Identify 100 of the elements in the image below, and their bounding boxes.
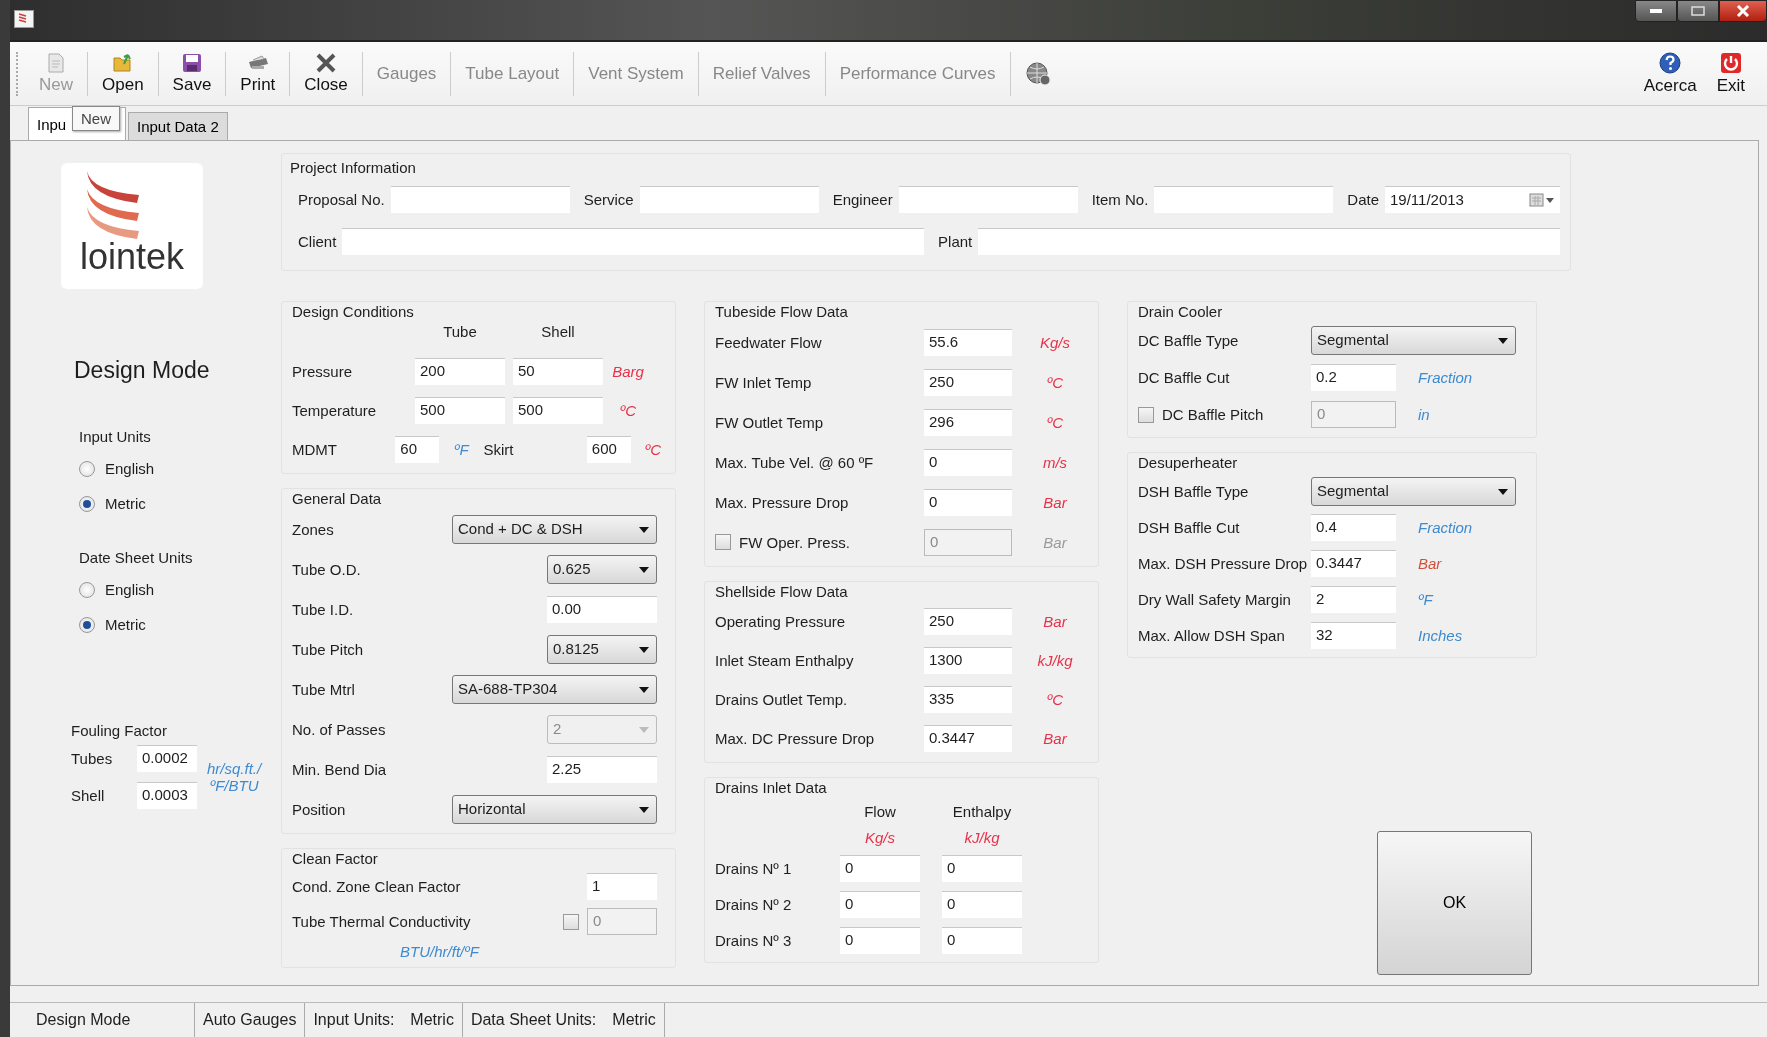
input-field[interactable]: 1	[587, 873, 657, 900]
input-field[interactable]	[639, 185, 819, 213]
field-label: Proposal No.	[297, 190, 385, 208]
input-field[interactable]: 200	[415, 358, 505, 385]
input-field[interactable]: 0.0003	[137, 782, 197, 809]
column-header: Shell	[540, 323, 576, 342]
mode-title: Design Mode	[74, 357, 210, 384]
field-label: Shell	[71, 787, 106, 804]
group-title: General Data	[292, 490, 383, 507]
input-field[interactable]: 50	[513, 358, 603, 385]
group-title: Date Sheet Units	[79, 549, 193, 566]
dropdown[interactable]: SA-688-TP304	[452, 674, 657, 704]
input-field[interactable]: 0.00	[547, 595, 657, 623]
globe-gear-icon[interactable]	[1024, 60, 1051, 87]
radio-button[interactable]	[79, 581, 95, 598]
input-field[interactable]: 0.0002	[137, 745, 197, 772]
input-field[interactable]: 0.4	[1311, 513, 1396, 541]
unit-label: ºC	[618, 402, 638, 419]
input-field[interactable]	[390, 185, 570, 213]
dropdown[interactable]: Segmental	[1311, 326, 1516, 355]
toolbar-button[interactable]: Acerca	[1633, 49, 1707, 98]
unit-label: Kg/s	[864, 828, 896, 846]
input-field[interactable]: 32	[1311, 621, 1396, 649]
input-field[interactable]: 0	[942, 854, 1022, 882]
input-field[interactable]: 2.25	[547, 755, 657, 783]
field-label: MDMT	[292, 441, 338, 458]
minimize-button[interactable]	[1635, 0, 1677, 22]
input-field[interactable]: 335	[924, 686, 1012, 713]
field-label: Max. Allow DSH Span	[1138, 626, 1286, 644]
field-label: Skirt	[483, 441, 515, 458]
caret-icon	[639, 686, 649, 693]
field-label: Pressure	[292, 363, 354, 380]
input-field[interactable]: 500	[415, 397, 505, 424]
radio-button[interactable]	[79, 495, 95, 512]
toolbar-button[interactable]: Close	[294, 50, 358, 97]
input-field[interactable]: 2	[1311, 585, 1396, 613]
field-label: Engineer	[831, 190, 893, 208]
checkbox[interactable]	[1138, 406, 1154, 423]
group-title: Clean Factor	[292, 850, 379, 867]
input-field[interactable]: 250	[924, 608, 1012, 635]
checkbox[interactable]	[715, 534, 731, 550]
dropdown[interactable]: Segmental	[1311, 476, 1516, 506]
unit-label: Bar	[1042, 533, 1068, 551]
radio-button[interactable]	[79, 616, 95, 633]
checkbox[interactable]	[563, 913, 579, 930]
dropdown[interactable]: Horizontal	[452, 794, 657, 824]
input-field[interactable]: 0.3447	[924, 725, 1012, 752]
dropdown[interactable]: 0.8125	[547, 634, 657, 664]
field-label: Tube I.D.	[292, 600, 355, 618]
close-button[interactable]	[1719, 0, 1767, 22]
toolbar-button[interactable]: Print	[230, 50, 286, 97]
input-field[interactable]	[1154, 185, 1334, 213]
dropdown[interactable]: 0.625	[547, 554, 657, 584]
radio-button[interactable]	[79, 460, 95, 477]
group-title: Shellside Flow Data	[715, 583, 849, 600]
input-field[interactable]: 0	[924, 488, 1012, 516]
input-field[interactable]	[898, 185, 1078, 213]
ok-button[interactable]: OK	[1377, 831, 1532, 975]
toolbar-button[interactable]: Save	[162, 50, 222, 97]
field-label: Service	[582, 190, 634, 208]
field-label: Tube Mtrl	[292, 680, 356, 698]
caret-icon	[639, 526, 649, 533]
input-field[interactable]: 1300	[924, 647, 1012, 674]
field-label: Dry Wall Safety Margin	[1138, 590, 1292, 608]
input-field[interactable]: 500	[513, 397, 603, 424]
field-label: Max. DC Pressure Drop	[715, 730, 876, 747]
unit-label: Barg	[611, 363, 645, 380]
input-field[interactable]: 0	[924, 448, 1012, 476]
input-field[interactable]: 55.6	[924, 328, 1012, 356]
radio-label: Metric	[105, 616, 146, 633]
input-field[interactable]: 0	[840, 890, 920, 918]
input-field[interactable]	[342, 227, 925, 255]
input-field[interactable]: 0.3447	[1311, 549, 1396, 577]
input-field[interactable]: 0	[942, 890, 1022, 918]
close-icon	[1736, 5, 1750, 17]
toolbar-button[interactable]: Exit	[1706, 49, 1755, 98]
input-field[interactable]: 296	[924, 408, 1012, 436]
maximize-button[interactable]	[1677, 0, 1719, 22]
power-icon	[1718, 51, 1743, 75]
input-field[interactable]: 0	[942, 926, 1022, 954]
field-label: Feedwater Flow	[715, 333, 823, 351]
tab[interactable]: Input Data 2	[128, 112, 228, 140]
input-field[interactable]: 0.2	[1311, 364, 1396, 391]
input-field[interactable]: 250	[924, 368, 1012, 396]
field-label: DSH Baffle Cut	[1138, 518, 1241, 536]
unit-label: kJ/kg	[963, 828, 1001, 846]
input-field[interactable]: 60	[395, 436, 440, 463]
field-label: Drains Nº 1	[715, 859, 793, 877]
dropdown[interactable]: Cond + DC & DSH	[452, 514, 657, 544]
app-icon	[14, 10, 34, 28]
status-value: Metric	[612, 1011, 656, 1029]
group-title: Drains Inlet Data	[715, 779, 828, 796]
input-field[interactable]	[978, 227, 1560, 255]
date-field[interactable]: 19/11/2013	[1385, 185, 1560, 213]
input-field[interactable]: 600	[586, 436, 631, 463]
toolbar-button[interactable]: Open	[92, 50, 154, 97]
caret-icon	[639, 806, 649, 813]
input-field[interactable]: 0	[840, 854, 920, 882]
caret-icon	[1498, 338, 1508, 344]
input-field[interactable]: 0	[840, 926, 920, 954]
